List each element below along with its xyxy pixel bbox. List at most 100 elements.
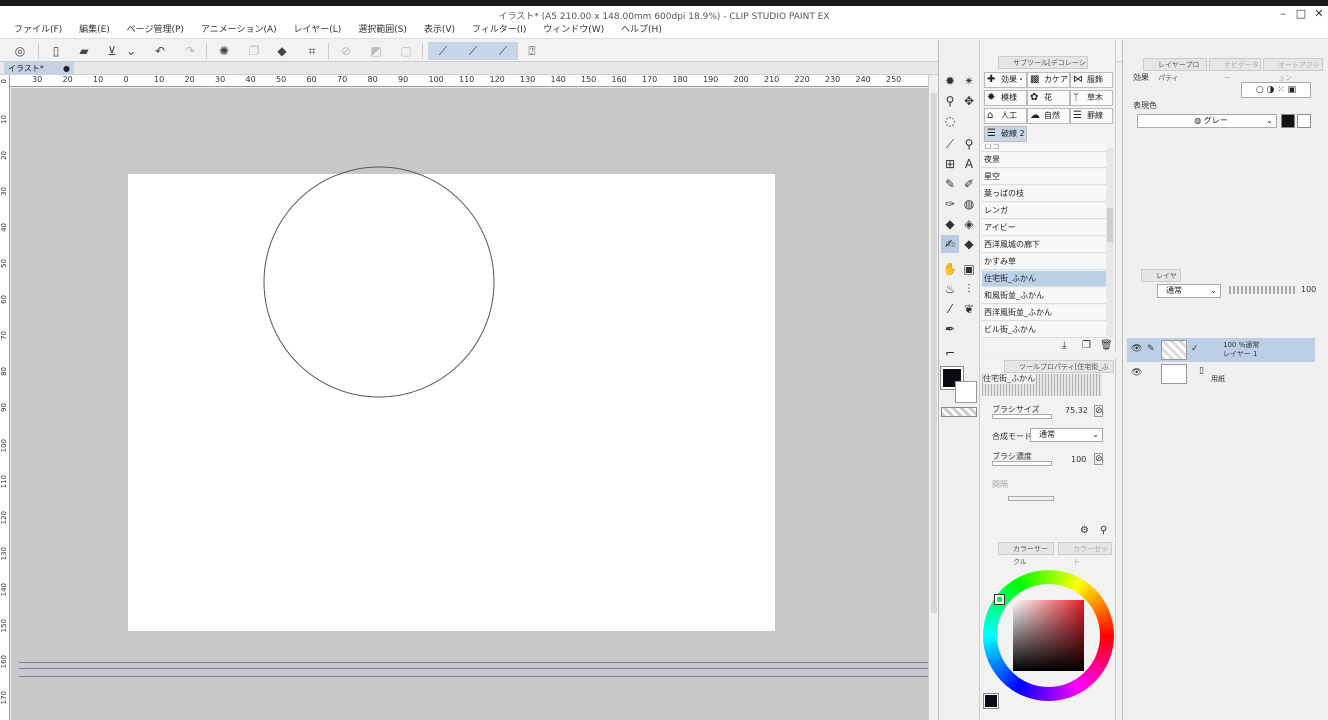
redo-icon[interactable]: ↷ <box>180 42 200 60</box>
eye-icon[interactable]: 👁 <box>1131 368 1142 378</box>
snap-grid-icon[interactable]: ⟋ <box>488 42 518 60</box>
copy-icon[interactable]: ❐ <box>244 42 264 60</box>
frame-icon[interactable]: ⊞ <box>941 155 959 173</box>
scroll-thumb[interactable] <box>931 93 937 613</box>
hue-wheel[interactable] <box>983 570 1114 701</box>
brush-size-value[interactable]: 75.32 <box>1065 406 1088 415</box>
fill-bucket-icon[interactable]: ◆ <box>941 215 959 233</box>
trash-icon[interactable]: 🗑 <box>1100 340 1113 351</box>
main-drawing-color-box[interactable] <box>1281 114 1295 128</box>
line-tool-icon[interactable]: ⌐ <box>941 344 959 362</box>
lasso-icon[interactable]: ◌ <box>941 112 959 130</box>
auto-action-tab[interactable]: オートアクション <box>1263 58 1323 82</box>
eyedropper-icon[interactable]: ⟋ <box>941 135 959 153</box>
list-item-selected[interactable]: 住宅街_ふかん <box>982 271 1106 287</box>
list-item[interactable]: 和風街並_ふかん <box>982 288 1106 304</box>
scroll-thumb[interactable] <box>1107 208 1113 242</box>
color-circle-tab[interactable]: カラーサークル <box>998 542 1054 566</box>
menu-page[interactable]: ページ管理(P) <box>127 22 184 38</box>
category-dashed-line[interactable]: ☰ 破線 2 <box>984 126 1027 142</box>
canvas-vertical-scrollbar[interactable] <box>928 75 938 720</box>
close-icon[interactable]: ✕ <box>1310 6 1328 22</box>
category-plants[interactable]: ᛘ 草木 <box>1070 90 1113 106</box>
category-flower[interactable]: ✿ 花 <box>1027 90 1070 106</box>
saturation-value-square[interactable] <box>1013 600 1084 671</box>
list-item[interactable]: レンガ <box>982 203 1106 219</box>
sparkle-icon[interactable]: ✴ <box>960 72 978 90</box>
category-effect[interactable]: ✚ 効果・ <box>984 72 1027 88</box>
operation-icon[interactable]: ⚲ <box>941 92 959 110</box>
expression-color-dropdown[interactable]: ◍ グレー ⌄ <box>1137 114 1277 128</box>
settings-icon[interactable]: ⚙ <box>1080 525 1089 536</box>
menu-help[interactable]: ヘルプ(H) <box>621 22 662 38</box>
brush-icon[interactable]: ✑ <box>941 195 959 213</box>
opacity-slider[interactable] <box>1229 286 1295 294</box>
menu-animation[interactable]: アニメーション(A) <box>201 22 277 38</box>
sub-drawing-color-box[interactable] <box>1297 114 1311 128</box>
magnifier-icon[interactable]: ⚲ <box>960 135 978 153</box>
save-icon[interactable]: ⊻ <box>102 42 122 60</box>
chevron-down-icon[interactable]: ⌄ <box>124 42 138 60</box>
dropper-icon[interactable]: ⁄ <box>941 300 959 318</box>
pen-icon[interactable]: ✎ <box>941 175 959 193</box>
search-icon[interactable]: ⚲ <box>1100 525 1107 536</box>
menu-window[interactable]: ウィンドウ(W) <box>543 22 604 38</box>
hand-icon[interactable]: ✋ <box>941 260 959 278</box>
open-folder-icon[interactable]: ▰ <box>74 42 94 60</box>
snap-ruler-icon[interactable]: ⟋ <box>428 42 458 60</box>
navigator-tab[interactable]: ナビゲーター <box>1209 58 1261 82</box>
category-artificial[interactable]: ⌂ 人工 <box>984 108 1027 124</box>
category-fashion[interactable]: ⋈ 服飾 <box>1070 72 1113 88</box>
brush-size-slider[interactable] <box>992 414 1052 419</box>
liquify-icon[interactable]: ♨ <box>941 280 959 298</box>
menu-filter[interactable]: フィルター(I) <box>472 22 527 38</box>
interval-slider[interactable] <box>1008 496 1054 501</box>
invert-selection-icon[interactable]: ◩ <box>366 42 386 60</box>
move-icon[interactable]: ✥ <box>960 92 978 110</box>
layer-row-selected[interactable]: 👁 ✎ ✓ 100 %通常 レイヤー 1 <box>1127 338 1315 362</box>
menu-layer[interactable]: レイヤー(L) <box>294 22 342 38</box>
list-item[interactable]: 西洋風城の廊下 <box>982 237 1106 253</box>
subtool-scrollbar[interactable] <box>1106 148 1114 338</box>
list-item-partial[interactable]: ロゴ <box>982 144 1106 152</box>
undo-icon[interactable]: ↶ <box>150 42 170 60</box>
snap-special-ruler-icon[interactable]: ⟋ <box>458 42 488 60</box>
feather-icon[interactable]: ❦ <box>960 300 978 318</box>
menu-selection[interactable]: 選択範囲(S) <box>358 22 407 38</box>
transparent-color-swatch[interactable] <box>941 407 977 417</box>
pen-edit-icon[interactable]: ✎ <box>1147 344 1155 354</box>
import-icon[interactable]: ⤓ <box>1062 340 1066 351</box>
layer-blend-mode-dropdown[interactable]: 通常 ⌄ <box>1157 284 1221 298</box>
category-ruled-line[interactable]: ☰ 罫線 <box>1070 108 1113 124</box>
fill-icon[interactable]: ◆ <box>272 42 292 60</box>
correct-line-icon[interactable]: ✒ <box>941 320 959 338</box>
document-tab[interactable]: イラスト* ● <box>4 62 74 75</box>
blend-icon[interactable]: ◆ <box>960 235 978 253</box>
duplicate-icon[interactable]: ❐ <box>1082 340 1091 351</box>
main-color-indicator[interactable] <box>983 693 999 709</box>
list-item[interactable]: 葉っぱの枝 <box>982 186 1106 202</box>
question-icon[interactable]: ⍰ <box>522 42 542 60</box>
new-file-icon[interactable]: ▯ <box>46 42 66 60</box>
pressure-icon[interactable]: ⊘ <box>1094 453 1103 465</box>
list-item[interactable]: 夜景 <box>982 152 1106 168</box>
list-item[interactable]: かすみ草 <box>982 254 1106 270</box>
effect-buttons[interactable]: ○ ◑ ⁙ ▣ <box>1241 82 1311 98</box>
list-item[interactable]: 西洋風街並_ふかん <box>982 305 1106 321</box>
brush-density-slider[interactable] <box>992 461 1052 466</box>
color-set-tab[interactable]: カラーセット <box>1058 542 1112 566</box>
menu-view[interactable]: 表示(V) <box>424 22 455 38</box>
layer-row[interactable]: 👁 ▯ 用紙 <box>1127 362 1315 386</box>
text-icon[interactable]: A <box>960 155 978 173</box>
sub-color-swatch[interactable] <box>955 381 977 403</box>
list-item[interactable]: アイビー <box>982 220 1106 236</box>
brush-density-value[interactable]: 100 <box>1071 455 1086 464</box>
opacity-value[interactable]: 100 <box>1301 285 1316 294</box>
clip-studio-icon[interactable]: ◎ <box>10 42 30 60</box>
category-nature[interactable]: ☁ 自然 <box>1027 108 1070 124</box>
document-tab-dot[interactable]: ● <box>63 62 70 75</box>
list-item[interactable]: 星空 <box>982 169 1106 185</box>
eraser-icon[interactable]: ◈ <box>960 215 978 233</box>
ruler-icon[interactable]: ⫶ <box>960 280 978 298</box>
layer-tab[interactable]: レイヤー <box>1141 269 1181 293</box>
